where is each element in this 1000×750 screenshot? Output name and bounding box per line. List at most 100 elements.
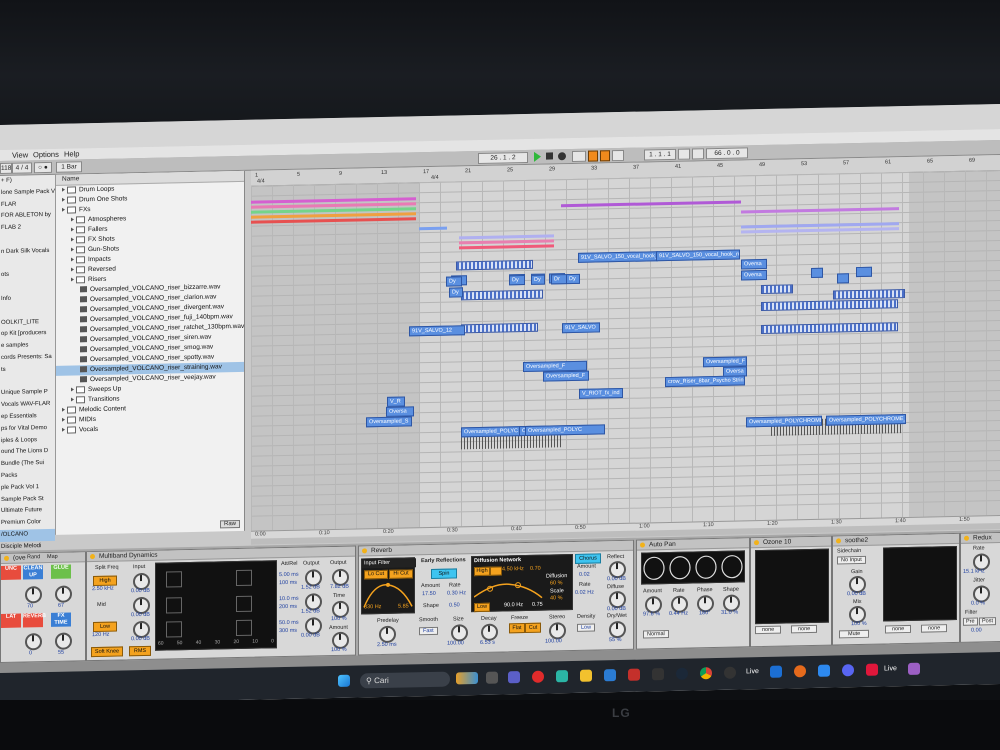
rand-button[interactable]: Rand xyxy=(27,554,40,560)
disclosure-icon[interactable] xyxy=(62,197,65,202)
macro-pad-clean-up[interactable]: CLEAN UP xyxy=(23,565,43,580)
erc-icon[interactable] xyxy=(652,668,664,681)
discord-icon[interactable] xyxy=(842,664,854,677)
filter-freq[interactable]: 830 Hz xyxy=(364,604,381,610)
raw-button[interactable]: Raw xyxy=(219,519,240,529)
arrangement-clip[interactable]: Oversampled_S xyxy=(366,415,412,427)
steam-icon[interactable] xyxy=(676,667,688,680)
arrangement-clip[interactable]: Oversampled_POLYC xyxy=(525,423,605,436)
flat-button[interactable]: Flat xyxy=(509,623,525,634)
windows-start-icon[interactable] xyxy=(338,674,350,687)
disclosure-icon[interactable] xyxy=(62,407,65,412)
places-item[interactable]: lone Sample Pack V xyxy=(0,187,55,200)
photos-icon[interactable] xyxy=(604,669,616,682)
arrangement-clip[interactable] xyxy=(856,266,872,278)
time-signature-marker[interactable]: 4/4 xyxy=(431,175,439,181)
low-shelf-freq[interactable]: 90.0 Hz xyxy=(504,602,523,608)
arrangement-clip[interactable]: Oversampled_POLYCHROME_ xyxy=(746,415,822,427)
arrangement-clip[interactable]: V_RIOT_fx_ind xyxy=(579,387,623,399)
overdub-button[interactable] xyxy=(572,150,586,163)
spin-button[interactable]: Spin xyxy=(431,568,457,579)
low-split-freq[interactable]: 120 Hz xyxy=(92,632,109,638)
disclosure-icon[interactable] xyxy=(62,187,65,192)
arrangement-clip[interactable]: Dr xyxy=(551,273,567,284)
disclosure-icon[interactable] xyxy=(71,247,74,252)
spin-amount[interactable]: 17.50 xyxy=(422,591,436,597)
macro-knob-clean-up[interactable] xyxy=(25,586,42,604)
macro-pad-glue[interactable]: GLUE xyxy=(51,564,71,579)
arrangement-clip[interactable]: 91V_SALVO_12 xyxy=(409,324,465,336)
low-shelf-button[interactable]: Low xyxy=(474,602,490,613)
arrangement-clip[interactable]: Oversampled_POLYCHROME_w xyxy=(826,413,906,426)
github-icon[interactable] xyxy=(724,666,736,679)
redux-post-button[interactable]: Post xyxy=(979,617,997,626)
drum-rack-title[interactable]: (ove xyxy=(1,552,85,564)
loop-start-field[interactable]: 1 . 1 . 1 xyxy=(644,148,676,161)
arrangement-clip[interactable]: Dy xyxy=(566,273,580,284)
soothe-title[interactable]: soothe2 xyxy=(833,533,959,547)
high-band-button[interactable]: High xyxy=(93,575,117,587)
high-shelf-freq[interactable]: 4.50 kHz xyxy=(502,566,524,572)
soothe-plugin-window[interactable] xyxy=(883,545,957,622)
metronome-toggle[interactable]: ○ ● xyxy=(34,161,52,174)
midi-clip[interactable] xyxy=(456,259,533,271)
predelay-knob[interactable] xyxy=(379,625,396,644)
arrangement-clip[interactable]: Oversampled_F xyxy=(543,370,589,382)
disclosure-icon[interactable] xyxy=(62,427,65,432)
multiband-display[interactable]: 60 50 40 30 20 10 0 xyxy=(155,560,277,651)
input-filter-display[interactable]: Input Filter Lo Cut Hi Cut 830 Hz 5.85 xyxy=(361,557,416,615)
disclosure-icon[interactable] xyxy=(71,277,74,282)
decay-knob[interactable] xyxy=(481,623,498,641)
app-s-icon[interactable] xyxy=(866,663,878,676)
spin-rate[interactable]: 0.30 Hz xyxy=(447,590,466,596)
macro-knob-reverb[interactable] xyxy=(25,633,42,651)
arrangement-clip[interactable]: Dy xyxy=(531,274,545,285)
chorus-amount[interactable]: 0.02 xyxy=(579,572,590,578)
automation-region[interactable] xyxy=(419,226,447,231)
pan-mode-select[interactable]: Normal xyxy=(643,629,669,639)
macro-knob-fx-time[interactable] xyxy=(55,632,72,650)
task-view-icon[interactable] xyxy=(486,671,498,684)
redux-pre-button[interactable]: Pre xyxy=(963,617,978,626)
mid-release[interactable]: 200 ms xyxy=(279,604,297,610)
diffusion-network-display[interactable]: Diffusion Network High 4.50 kHz 0.70 Low… xyxy=(471,553,573,613)
arrangement-clip[interactable]: Oversampled_POLYC xyxy=(461,425,521,437)
automation-arm-button[interactable] xyxy=(588,150,598,162)
time-signature-marker[interactable]: 4/4 xyxy=(257,178,265,184)
high-attack[interactable]: 5.00 ms xyxy=(279,572,299,578)
ozone-param-select-2[interactable]: none xyxy=(791,624,818,634)
arrangement-view[interactable]: 159131721252933374145495357616569734/44/… xyxy=(251,155,1000,531)
macro-pad-fx-time[interactable]: FX TIME xyxy=(51,612,71,627)
macro-knob-glue[interactable] xyxy=(55,585,72,603)
arrangement-clip[interactable]: 91V_SALVO xyxy=(562,321,600,333)
app-blue2-icon[interactable] xyxy=(818,664,830,677)
arrangement-clip[interactable]: Oversa xyxy=(741,258,767,269)
app-blue-icon[interactable] xyxy=(770,665,782,678)
sidechain-input-select[interactable]: No Input xyxy=(837,555,866,565)
places-item[interactable]: n Dark Silk Vocals xyxy=(0,246,55,259)
scale-value[interactable]: 40 % xyxy=(550,595,563,601)
menu-view[interactable]: View xyxy=(12,150,28,159)
arrangement-clip[interactable]: Dy xyxy=(449,286,463,298)
disclosure-icon[interactable] xyxy=(62,417,65,422)
meet-icon[interactable] xyxy=(508,671,520,684)
time-signature-field[interactable]: 4 / 4 xyxy=(12,162,32,174)
song-position-field[interactable]: 26 . 1 . 2 xyxy=(478,151,528,164)
auto-pan-title[interactable]: Auto Pan xyxy=(637,538,749,551)
chrome-icon[interactable] xyxy=(700,667,712,680)
map-button[interactable]: Map xyxy=(47,554,58,560)
cut-button[interactable]: Cut xyxy=(525,622,541,634)
disclosure-icon[interactable] xyxy=(71,397,74,402)
shape-value[interactable]: 0.50 xyxy=(449,602,460,608)
ableton-live-taskbar-2[interactable]: Live xyxy=(884,665,897,672)
soft-knee-button[interactable]: Soft Knee xyxy=(91,646,123,658)
midi-clip[interactable] xyxy=(761,284,793,295)
rms-button[interactable]: RMS xyxy=(129,645,151,657)
midi-clip[interactable] xyxy=(461,322,538,334)
ozone-param-select-1[interactable]: none xyxy=(755,625,782,635)
session-record-button[interactable] xyxy=(600,150,610,162)
disclosure-icon[interactable] xyxy=(71,257,74,262)
stop-icon[interactable] xyxy=(546,152,553,160)
places-item[interactable]: ound The Lions D xyxy=(0,446,55,459)
ozone-title[interactable]: Ozone 10 xyxy=(751,536,831,549)
